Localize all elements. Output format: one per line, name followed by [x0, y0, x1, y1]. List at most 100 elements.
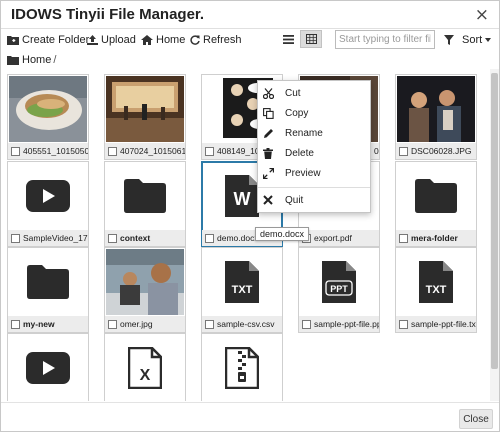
- txt-file-icon: TXT: [203, 249, 281, 315]
- scrollbar-thumb[interactable]: [491, 73, 498, 369]
- refresh-button[interactable]: Refresh: [190, 32, 242, 48]
- file-tile[interactable]: mera-folder: [395, 161, 477, 247]
- menu-label: Rename: [285, 127, 323, 139]
- file-caption: sample-ppt-file.txt: [396, 316, 476, 332]
- menu-label: Quit: [285, 194, 304, 206]
- file-caption: sample-csv.csv: [202, 316, 282, 332]
- file-name: sample-csv.csv: [217, 319, 275, 329]
- select-checkbox[interactable]: [11, 146, 20, 156]
- file-name: sample-ppt-file.txt: [411, 319, 476, 329]
- file-tile[interactable]: SampleVideo_176x1: [7, 161, 89, 247]
- upload-button[interactable]: Upload: [87, 32, 136, 48]
- file-name: mera-folder: [411, 233, 458, 243]
- file-name: 07: [374, 146, 379, 156]
- file-name: 407024_101506179: [120, 146, 185, 156]
- file-type-label: TXT: [426, 284, 447, 296]
- file-tile[interactable]: X: [104, 333, 186, 401]
- refresh-icon: [190, 35, 200, 45]
- file-caption: my-new: [8, 316, 88, 332]
- file-manager-dialog: IDOWS Tinyii File Manager. × Create Fold…: [0, 0, 500, 432]
- close-icon[interactable]: ×: [475, 5, 489, 25]
- file-name: SampleVideo_176x1: [23, 233, 88, 243]
- file-caption: export.pdf: [299, 230, 379, 246]
- select-checkbox[interactable]: [11, 319, 20, 329]
- file-tile[interactable]: 407024_101506179: [104, 74, 186, 160]
- caret-down-icon: [485, 38, 492, 42]
- select-checkbox[interactable]: [205, 146, 214, 156]
- file-caption: mera-folder: [396, 230, 476, 246]
- select-checkbox[interactable]: [205, 319, 214, 329]
- select-checkbox[interactable]: [205, 233, 214, 243]
- select-checkbox[interactable]: [11, 233, 20, 243]
- file-caption: 405551_101505007: [8, 143, 88, 159]
- refresh-label: Refresh: [203, 34, 242, 46]
- menu-item-preview[interactable]: Preview: [258, 163, 370, 183]
- home-icon: [141, 35, 153, 45]
- select-checkbox[interactable]: [302, 319, 311, 329]
- select-checkbox[interactable]: [108, 146, 117, 156]
- breadcrumb-home[interactable]: Home: [22, 54, 51, 66]
- select-checkbox[interactable]: [399, 233, 408, 243]
- file-tile[interactable]: TXT sample-csv.csv: [201, 247, 283, 333]
- file-name: demo.docx: [217, 233, 259, 243]
- dialog-title: IDOWS Tinyii File Manager.: [11, 6, 205, 23]
- file-tile[interactable]: DSC06028.JPG: [395, 74, 477, 160]
- list-icon: [282, 34, 294, 44]
- filter-input[interactable]: [335, 30, 435, 49]
- file-caption: DSC06028.JPG: [396, 143, 476, 159]
- breadcrumb: Home /: [7, 53, 56, 67]
- menu-label: Delete: [285, 147, 314, 159]
- file-tile[interactable]: [201, 333, 283, 401]
- menu-item-delete[interactable]: Delete: [258, 143, 370, 163]
- file-caption: 407024_101506179: [105, 143, 185, 159]
- sort-button[interactable]: Sort: [444, 32, 494, 48]
- file-caption: sample-ppt-file.ppt: [299, 316, 379, 332]
- image-thumbnail: [397, 76, 475, 142]
- folder-plus-icon: [7, 36, 19, 45]
- trash-icon: [263, 147, 273, 159]
- vertical-scrollbar[interactable]: [490, 69, 499, 401]
- file-name: export.pdf: [314, 233, 352, 243]
- file-tile[interactable]: context: [104, 161, 186, 247]
- menu-item-cut[interactable]: Cut: [258, 83, 370, 103]
- dialog-footer: Close: [1, 402, 499, 431]
- excel-file-icon: X: [106, 335, 184, 401]
- file-tile[interactable]: omer.jpg: [104, 247, 186, 333]
- file-name: context: [120, 233, 151, 243]
- file-tile[interactable]: PPT sample-ppt-file.ppt: [298, 247, 380, 333]
- menu-item-copy[interactable]: Copy: [258, 103, 370, 123]
- close-button[interactable]: Close: [459, 409, 493, 429]
- copy-icon: [263, 107, 274, 119]
- file-tile[interactable]: my-new: [7, 247, 89, 333]
- close-icon: [263, 195, 273, 205]
- menu-item-quit[interactable]: Quit: [258, 190, 370, 210]
- sort-label: Sort: [462, 34, 483, 46]
- filter-funnel-icon: [444, 35, 454, 45]
- menu-label: Copy: [285, 107, 309, 119]
- create-folder-button[interactable]: Create Folder: [7, 32, 89, 48]
- file-grid: 405551_101505007 407024_101506179: [1, 69, 489, 401]
- grid-icon: [305, 34, 317, 44]
- file-tile[interactable]: TXT sample-ppt-file.txt: [395, 247, 477, 333]
- ppt-file-icon: PPT: [300, 249, 378, 315]
- file-name: sample-ppt-file.ppt: [314, 319, 379, 329]
- file-tile[interactable]: 405551_101505007: [7, 74, 89, 160]
- scissors-icon: [263, 87, 274, 99]
- select-checkbox[interactable]: [108, 233, 117, 243]
- menu-item-rename[interactable]: Rename: [258, 123, 370, 143]
- file-caption: omer.jpg: [105, 316, 185, 332]
- image-thumbnail: [106, 76, 184, 142]
- menu-label: Cut: [285, 87, 301, 99]
- file-tile[interactable]: [7, 333, 89, 401]
- select-checkbox[interactable]: [108, 319, 117, 329]
- breadcrumb-separator: /: [53, 54, 57, 66]
- home-button[interactable]: Home: [141, 32, 185, 48]
- list-view-button[interactable]: [277, 30, 299, 48]
- menu-label: Preview: [285, 167, 321, 179]
- folder-icon: [106, 163, 184, 229]
- select-checkbox[interactable]: [399, 319, 408, 329]
- folder-icon: [9, 249, 87, 315]
- select-checkbox[interactable]: [399, 146, 408, 156]
- video-file-icon: [9, 335, 87, 401]
- grid-view-button[interactable]: [300, 30, 322, 48]
